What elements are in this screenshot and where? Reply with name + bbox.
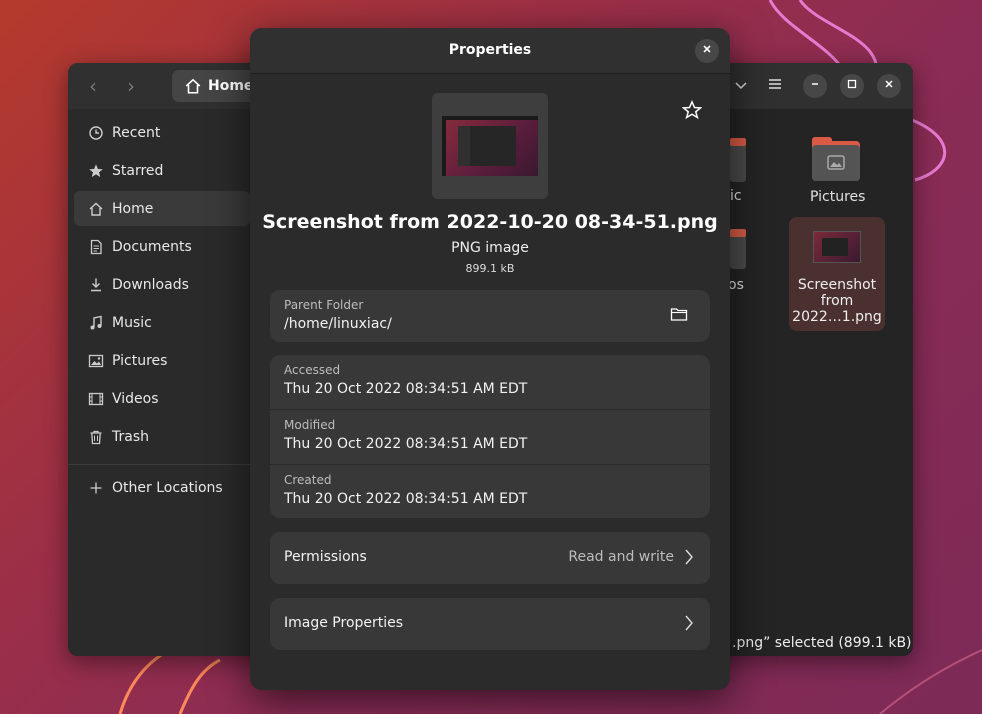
chevron-right-icon bbox=[685, 549, 693, 565]
sidebar-item-videos[interactable]: Videos bbox=[74, 381, 250, 416]
chevron-right-icon bbox=[685, 615, 693, 631]
sidebar: Recent Starred Home Documents Downloads … bbox=[68, 109, 250, 656]
folder-videos-partial-label: os bbox=[728, 277, 744, 293]
sidebar-item-pictures[interactable]: Pictures bbox=[74, 343, 250, 378]
folder-music-partial[interactable]: ic bbox=[730, 138, 748, 204]
picture-folder-icon bbox=[812, 137, 860, 181]
file-name: Screenshot from 2022-10-20 08-34-51.png bbox=[262, 211, 718, 233]
folder-pictures-label: Pictures bbox=[810, 189, 866, 205]
sidebar-item-home[interactable]: Home bbox=[74, 191, 250, 226]
dialog-header: Properties bbox=[250, 28, 730, 74]
window-close-button[interactable] bbox=[877, 74, 901, 98]
permissions-row[interactable]: Permissions Read and write bbox=[270, 532, 710, 584]
file-preview bbox=[432, 93, 548, 199]
image-properties-row[interactable]: Image Properties bbox=[270, 598, 710, 650]
file-type: PNG image bbox=[451, 240, 529, 256]
home-icon bbox=[88, 201, 104, 217]
sidebar-item-recent[interactable]: Recent bbox=[74, 115, 250, 150]
sidebar-separator bbox=[68, 464, 250, 465]
dialog-close-button[interactable] bbox=[695, 39, 719, 63]
properties-dialog: Properties Screenshot from 2022-10-20 08… bbox=[250, 28, 730, 690]
parent-folder-key: Parent Folder bbox=[284, 298, 364, 312]
sidebar-item-music[interactable]: Music bbox=[74, 305, 250, 340]
trash-icon bbox=[88, 429, 104, 445]
sidebar-item-other-locations[interactable]: Other Locations bbox=[74, 470, 250, 505]
selection-status: .png” selected (899.1 kB) bbox=[732, 635, 912, 651]
parent-folder-value: /home/linuxiac/ bbox=[284, 316, 392, 332]
star-outline-icon bbox=[681, 100, 703, 120]
music-icon bbox=[88, 315, 104, 331]
minimize-button[interactable] bbox=[803, 74, 827, 98]
modified-row: Modified Thu 20 Oct 2022 08:34:51 AM EDT bbox=[284, 418, 528, 452]
times-card: Accessed Thu 20 Oct 2022 08:34:51 AM EDT… bbox=[270, 355, 710, 518]
permissions-value: Read and write bbox=[568, 549, 674, 565]
folder-icon bbox=[730, 138, 746, 182]
picture-icon bbox=[88, 353, 104, 369]
file-thumbnail bbox=[813, 231, 861, 263]
sidebar-item-downloads[interactable]: Downloads bbox=[74, 267, 250, 302]
folder-pictures[interactable] bbox=[812, 137, 860, 181]
open-parent-folder-button[interactable] bbox=[670, 306, 690, 326]
close-icon bbox=[703, 45, 711, 53]
forward-button[interactable]: › bbox=[118, 73, 144, 99]
maximize-button[interactable] bbox=[840, 74, 864, 98]
parent-folder-card: Parent Folder /home/linuxiac/ bbox=[270, 290, 710, 342]
star-icon bbox=[88, 163, 104, 179]
plus-icon bbox=[88, 480, 104, 496]
dialog-title: Properties bbox=[448, 42, 532, 58]
created-row: Created Thu 20 Oct 2022 08:34:51 AM EDT bbox=[284, 473, 528, 507]
view-dropdown-icon[interactable] bbox=[729, 74, 753, 98]
sidebar-item-trash[interactable]: Trash bbox=[74, 419, 250, 454]
back-button[interactable]: ‹ bbox=[80, 73, 106, 99]
download-icon bbox=[88, 277, 104, 293]
sidebar-item-starred[interactable]: Starred bbox=[74, 153, 250, 188]
accessed-row: Accessed Thu 20 Oct 2022 08:34:51 AM EDT bbox=[284, 363, 528, 397]
selected-file-screenshot[interactable]: Screenshot from 2022…1.png bbox=[789, 217, 885, 331]
clock-icon bbox=[88, 125, 104, 141]
menu-icon[interactable] bbox=[763, 74, 787, 98]
folder-videos-partial[interactable] bbox=[730, 229, 748, 269]
folder-icon bbox=[730, 229, 746, 269]
home-icon bbox=[185, 78, 201, 94]
star-button[interactable] bbox=[681, 100, 703, 120]
file-size: 899.1 kB bbox=[465, 262, 515, 275]
video-icon bbox=[88, 391, 104, 407]
permissions-label: Permissions bbox=[284, 549, 367, 565]
document-icon bbox=[88, 239, 104, 255]
folder-open-icon bbox=[670, 308, 688, 321]
sidebar-item-documents[interactable]: Documents bbox=[74, 229, 250, 264]
path-label: Home bbox=[208, 78, 254, 94]
image-properties-label: Image Properties bbox=[284, 615, 404, 631]
